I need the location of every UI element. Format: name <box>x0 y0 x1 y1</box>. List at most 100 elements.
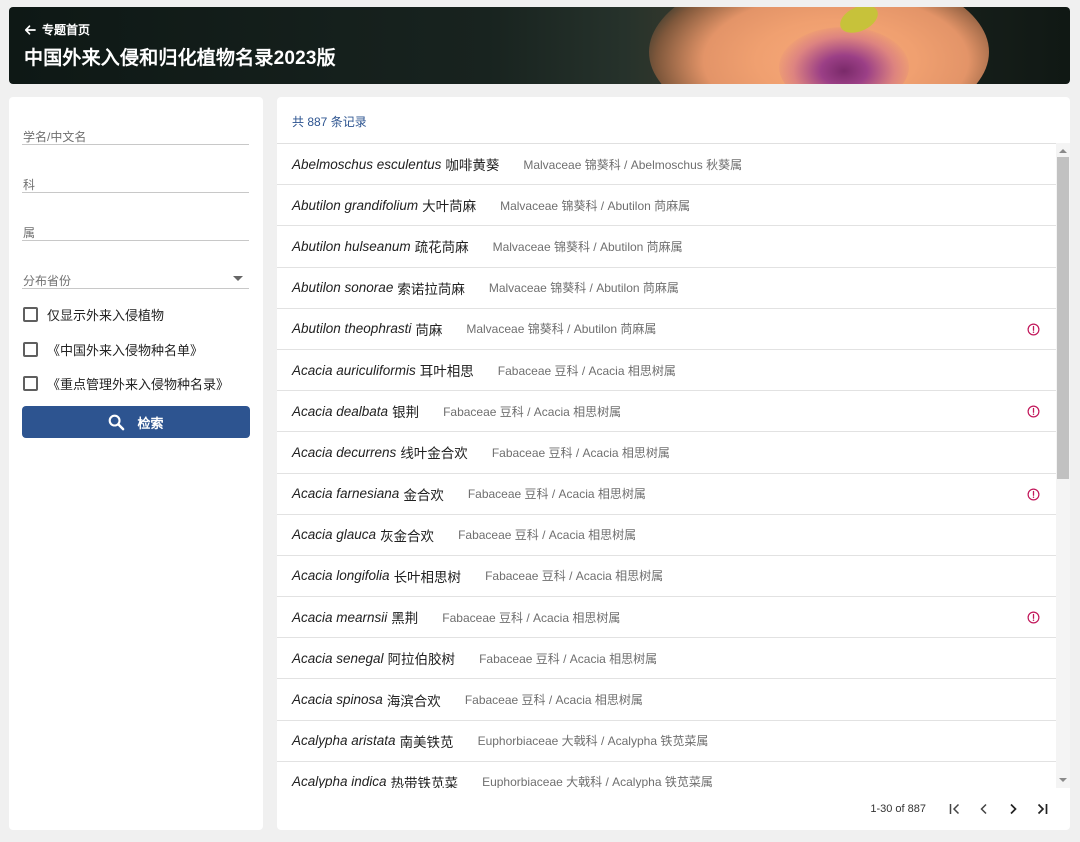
scroll-up-icon[interactable] <box>1059 149 1067 153</box>
name-search-input[interactable]: 学名/中文名 <box>22 105 249 145</box>
scientific-name: Abutilon sonorae <box>292 280 394 296</box>
scientific-name: Acacia senegal <box>292 650 384 666</box>
chinese-name: 金合欢 <box>403 487 444 503</box>
family-genus: Fabaceae 豆科 / Acacia 相思树属 <box>443 404 622 419</box>
chinese-name: 长叶相思树 <box>393 569 462 585</box>
chinese-name: 银荆 <box>392 405 420 421</box>
family-genus: Fabaceae 豆科 / Acacia 相思树属 <box>467 487 646 502</box>
back-link[interactable]: 专题首页 <box>24 21 90 38</box>
scientific-name: Acacia auriculiformis <box>292 362 416 378</box>
search-icon <box>109 414 125 430</box>
family-genus: Euphorbiaceae 大戟科 / Acalypha 铁苋菜属 <box>477 734 709 749</box>
search-button[interactable]: 检索 <box>22 406 250 438</box>
name-search-label: 学名/中文名 <box>23 130 87 144</box>
checkbox-box[interactable] <box>23 342 38 357</box>
invasive-alert-icon <box>1027 488 1040 500</box>
result-row[interactable]: Acacia longifolia 长叶相思树 Fabaceae 豆科 / Acac… <box>277 556 1056 598</box>
arrow-left-icon <box>24 24 36 35</box>
results-panel: 共 887 条记录 Abelmoschus esculentus 咖啡黄葵 Malv… <box>277 97 1070 830</box>
checkbox-box[interactable] <box>23 376 38 391</box>
scientific-name: Abelmoschus esculentus <box>292 156 442 172</box>
family-input[interactable]: 科 <box>22 153 249 193</box>
first-page-icon <box>949 803 959 815</box>
chevron-right-icon <box>1009 803 1017 815</box>
checkbox-china-invasive-list[interactable]: 《中国外来入侵物种名单》 <box>23 340 203 359</box>
result-row[interactable]: Abutilon grandifolium 大叶苘麻 Malvaceae 锦葵科 /… <box>277 185 1056 227</box>
result-row[interactable]: Abutilon hulseanum 疏花苘麻 Malvaceae 锦葵科 / Ab… <box>277 226 1056 268</box>
result-row[interactable]: Acacia auriculiformis 耳叶相思 Fabaceae 豆科 / A… <box>277 350 1056 392</box>
scientific-name: Abutilon grandifolium <box>292 197 419 213</box>
back-link-label: 专题首页 <box>42 23 91 37</box>
scientific-name: Acacia longifolia <box>292 568 390 584</box>
chevron-down-icon <box>233 276 243 281</box>
scrollbar[interactable] <box>1056 143 1070 788</box>
family-genus: Fabaceae 豆科 / Acacia 相思树属 <box>491 445 670 460</box>
family-genus: Fabaceae 豆科 / Acacia 相思树属 <box>479 651 658 666</box>
first-page-button[interactable] <box>940 798 969 820</box>
chinese-name: 阿拉伯胶树 <box>387 652 456 668</box>
family-genus: Fabaceae 豆科 / Acacia 相思树属 <box>497 363 676 378</box>
chinese-name: 海滨合欢 <box>386 693 441 709</box>
result-row[interactable]: Abutilon theophrasti 苘麻 Malvaceae 锦葵科 / Ab… <box>277 309 1056 350</box>
chinese-name: 线叶金合欢 <box>400 446 468 462</box>
chinese-name: 黑荆 <box>391 611 419 627</box>
scientific-name: Acalypha aristata <box>292 733 396 749</box>
province-label: 分布省份 <box>23 274 72 288</box>
scientific-name: Acalypha indica <box>292 774 387 788</box>
chinese-name: 南美铁苋 <box>399 734 454 750</box>
header-banner: 专题首页 中国外来入侵和归化植物名录2023版 <box>9 7 1070 84</box>
result-row[interactable]: Abutilon sonorae 索诺拉苘麻 Malvaceae 锦葵科 / Abu… <box>277 268 1056 309</box>
family-genus: Malvaceae 锦葵科 / Abutilon 苘麻属 <box>492 239 683 254</box>
chevron-left-icon <box>979 803 987 815</box>
family-genus: Malvaceae 锦葵科 / Abutilon 苘麻属 <box>500 198 691 213</box>
scientific-name: Acacia farnesiana <box>292 486 400 502</box>
scrollbar-thumb[interactable] <box>1057 157 1069 479</box>
chinese-name: 苘麻 <box>415 322 443 338</box>
province-select[interactable]: 分布省份 <box>22 249 249 289</box>
checkbox-box[interactable] <box>23 307 38 322</box>
result-row[interactable]: Acalypha indica 热带铁苋菜 Euphorbiaceae 大戟科 / … <box>277 762 1056 788</box>
scientific-name: Acacia spinosa <box>292 692 383 708</box>
page-title: 中国外来入侵和归化植物名录2023版 <box>24 48 336 69</box>
genus-label: 属 <box>23 226 36 240</box>
filter-panel: 学名/中文名 科 属 分布省份 仅显示外来入侵植物 《中国外来入侵物种名单》 《… <box>9 97 263 830</box>
scroll-down-icon[interactable] <box>1059 778 1067 782</box>
family-genus: Malvaceae 锦葵科 / Abutilon 苘麻属 <box>488 281 679 296</box>
prev-page-button[interactable] <box>969 798 998 820</box>
genus-input[interactable]: 属 <box>22 201 249 241</box>
pagination: 1-30 of 887 <box>870 798 1056 820</box>
chinese-name: 疏花苘麻 <box>414 240 469 256</box>
next-page-button[interactable] <box>998 798 1027 820</box>
result-row[interactable]: Acacia mearnsii 黑荆 Fabaceae 豆科 / Acacia 相思… <box>277 597 1056 639</box>
results-list: Abelmoschus esculentus 咖啡黄葵 Malvaceae 锦葵科 … <box>277 143 1056 788</box>
result-row[interactable]: Acalypha aristata 南美铁苋 Euphorbiaceae 大戟科 /… <box>277 721 1056 762</box>
invasive-alert-icon <box>1027 405 1040 418</box>
chinese-name: 索诺拉苘麻 <box>397 281 465 297</box>
last-page-button[interactable] <box>1027 798 1056 820</box>
result-row[interactable]: Acacia dealbata 银荆 Fabaceae 豆科 / Acacia 相思… <box>277 391 1056 433</box>
scientific-name: Acacia mearnsii <box>292 609 388 625</box>
family-genus: Fabaceae 豆科 / Acacia 相思树属 <box>485 569 664 584</box>
scientific-name: Abutilon hulseanum <box>292 238 411 254</box>
family-genus: Fabaceae 豆科 / Acacia 相思树属 <box>442 610 621 625</box>
family-label: 科 <box>23 178 36 192</box>
pagination-range: 1-30 of 887 <box>870 803 926 815</box>
result-row[interactable]: Acacia senegal 阿拉伯胶树 Fabaceae 豆科 / Acacia … <box>277 638 1056 680</box>
result-row[interactable]: Acacia farnesiana 金合欢 Fabaceae 豆科 / Acacia… <box>277 474 1056 515</box>
checkbox-invasive-only[interactable]: 仅显示外来入侵植物 <box>23 305 164 324</box>
family-genus: Fabaceae 豆科 / Acacia 相思树属 <box>458 528 637 543</box>
result-row[interactable]: Abelmoschus esculentus 咖啡黄葵 Malvaceae 锦葵科 … <box>277 144 1056 186</box>
checkbox-label: 《中国外来入侵物种名单》 <box>47 343 204 358</box>
chinese-name: 咖啡黄葵 <box>445 158 500 174</box>
checkbox-key-management-list[interactable]: 《重点管理外来入侵物种名录》 <box>23 374 229 393</box>
result-row[interactable]: Acacia spinosa 海滨合欢 Fabaceae 豆科 / Acacia 相… <box>277 679 1056 721</box>
checkbox-label: 仅显示外来入侵植物 <box>47 308 165 323</box>
chinese-name: 灰金合欢 <box>380 528 435 544</box>
result-row[interactable]: Acacia glauca 灰金合欢 Fabaceae 豆科 / Acacia 相思… <box>277 515 1056 556</box>
search-button-label: 检索 <box>137 415 164 431</box>
family-genus: Fabaceae 豆科 / Acacia 相思树属 <box>464 693 643 708</box>
scientific-name: Acacia decurrens <box>292 444 397 460</box>
last-page-icon <box>1037 803 1047 815</box>
scientific-name: Acacia dealbata <box>292 403 389 419</box>
result-row[interactable]: Acacia decurrens 线叶金合欢 Fabaceae 豆科 / Acaci… <box>277 432 1056 474</box>
